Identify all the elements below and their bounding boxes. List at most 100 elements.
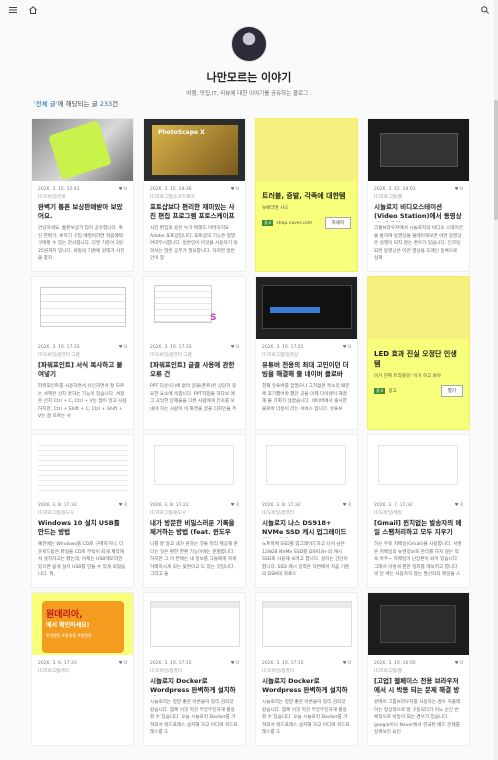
post-excerpt: 안녕하세요. 통폰보상기 업어 공유합니다. 폭신 한편기, 루저기 구입 예정… — [38, 226, 125, 261]
heart-icon: ♥ — [454, 661, 459, 666]
post-excerpt: 나를 잘 알고 내가 원하는 것을 미리 제공해 준다는 것은 편한 한편 기능… — [150, 542, 238, 577]
post-card[interactable]: 2026. 3. 7. 17:32 ♥ 0 IT/모바일/메일 [Gmail] 윈치없… — [367, 434, 470, 588]
post-card[interactable]: 2026. 3. 15. 12:42 ♥ 0 IT/모바일/전화 완벽기 통폰 보상판… — [31, 118, 134, 272]
ad-cta-button[interactable]: 자세히 — [324, 217, 351, 229]
likes-count: 0 — [124, 187, 127, 192]
post-card[interactable]: PhotoScape X 2026. 3. 15. 19:36 ♥ 0 IT/프로그램… — [143, 118, 246, 272]
ad-image[interactable] — [368, 277, 469, 339]
category-summary-text: 에 해당되는 글 — [57, 100, 100, 108]
post-title[interactable]: [파워포인트] 글꼴 사용에 관한 오류 건 — [144, 358, 245, 380]
ad-image[interactable] — [256, 119, 357, 181]
post-title[interactable]: 시놀로지 나스 DS918+ NVMe SSD 캐시 업그레이드하는 방법 — [256, 516, 357, 538]
post-thumbnail[interactable] — [32, 119, 133, 181]
ad-card[interactable]: i ✕트러블, 증발, 각족에 대한템뉴베라앤 사오광고shop.naver.c… — [255, 118, 358, 272]
post-title[interactable]: 유튜버 전용의 최대 고민이던 더빙을 해결해 줄 네이버 클로바 … — [256, 358, 357, 380]
post-date: 2026. 3. 10. 17:15 — [150, 661, 192, 666]
ad-subtitle: 뉴베라앤 사오 — [262, 206, 289, 211]
post-likes: ♥ 0 — [119, 503, 127, 508]
category-summary: '전체 글'에 해당되는 글 233건 — [34, 98, 118, 108]
post-category[interactable]: IT/모바일/컴퓨터 — [256, 508, 357, 516]
post-thumbnail[interactable] — [32, 277, 133, 339]
promo-headline: 원데리아, — [46, 610, 83, 620]
post-card[interactable]: 2026. 3. 10. 17:22 ♥ 0 IT/프로그램/동영상 유튜버 전용의 … — [255, 276, 358, 430]
post-thumbnail[interactable]: PhotoScape X — [144, 119, 245, 181]
post-thumbnail[interactable] — [144, 435, 245, 497]
post-category[interactable]: IT/프로그램/소프트웨어 — [144, 192, 245, 200]
post-category[interactable]: IT/모바일/컴퓨터 그램 — [144, 350, 245, 358]
ad-cta-button[interactable]: 열기 — [440, 385, 463, 397]
hamburger-menu-icon[interactable] — [8, 5, 18, 15]
ad-card[interactable]: i ✕LED 효과 진실 오정단 인생템이거 진짜 트리플뷰! 이거 하고 봐야… — [367, 276, 470, 430]
post-title[interactable]: [고업] 웹페이스 전용 브라우저에서 시 박동 되는 문제 해결 방법 — [368, 674, 469, 696]
blog-header: 나만모르는 이야기 여행, 맛집,IT, 리뷰에 대한 이야기를 공유하는 블로… — [0, 26, 498, 97]
post-likes: ♥ 0 — [231, 187, 239, 192]
post-category[interactable]: IT/모바일/컴퓨터 — [256, 666, 357, 674]
post-title[interactable]: 시놀로지 Docker로 Wordpress 완벽하게 설치하기 — [144, 674, 245, 696]
post-thumbnail[interactable]: 원데리아, 에서 확인하세요! #쌍렌캉 #쾅쾅쾅 #쾅렌캉 — [32, 593, 133, 655]
post-category[interactable]: IT/프로그램/웹 — [368, 192, 469, 200]
post-title[interactable]: 포토샵보다 편리한 재미있는 사진 편집 프로그램 포토스케이프 — [144, 200, 245, 222]
post-card[interactable]: 2026. 3. 10. 17:15 ♥ 0 IT/모바일/컴퓨터 시놀로지 Dock… — [143, 592, 246, 746]
post-card[interactable]: 2026. 3. 8. 17:22 ♥ 0 IT/프로그램/윈도우 내가 방문한 비밀… — [143, 434, 246, 588]
heart-icon: ♥ — [230, 345, 235, 350]
top-bar — [0, 0, 498, 20]
post-date: 2026. 3. 10. 17:33 — [150, 345, 192, 350]
post-card[interactable]: 2026. 3. 8. 17:32 ♥ 0 IT/모바일/컴퓨터 시놀로지 나스 DS… — [255, 434, 358, 588]
post-category[interactable]: IT/프로그램/윈도우 — [32, 508, 133, 516]
post-category[interactable]: IT/모바일/컴퓨터 — [144, 666, 245, 674]
post-category[interactable]: IT/프로그램/워드 — [32, 666, 133, 674]
post-title[interactable]: [Gmail] 윈치없는 발송자의 메일 스팸처리하고 모두 지우기 — [368, 516, 469, 538]
likes-count: 0 — [124, 503, 127, 508]
post-likes: ♥ 0 — [455, 661, 463, 666]
blog-avatar[interactable] — [231, 26, 267, 62]
post-card[interactable]: 2026. 3. 10. 16:00 ♥ 0 IT/프로그램/웹 [고업] 웹페이스 … — [367, 592, 470, 746]
post-thumbnail[interactable] — [256, 277, 357, 339]
post-card[interactable]: 2026. 3. 8. 17:32 ♥ 0 IT/프로그램/윈도우 Windows 1… — [31, 434, 134, 588]
post-excerpt: PPT 다운(으)에 없어 글꼴(폰트)은 상당히 중요한 요소에 속합니다. … — [150, 384, 237, 412]
post-thumbnail[interactable] — [256, 593, 357, 655]
post-title[interactable]: 시놀로지 Docker로 Wordpress 완벽하게 설치하기 — [256, 674, 357, 696]
ad-title[interactable]: LED 효과 진실 오정단 인생템 — [374, 349, 463, 369]
post-title[interactable]: Windows 10 설치 USB를 만드는 방법 — [32, 516, 133, 538]
post-title[interactable]: [파워포인트] 서식 복사하고 붙여넣기 — [32, 358, 133, 380]
post-thumbnail[interactable]: S — [144, 277, 245, 339]
post-category[interactable]: IT/모바일/전화 — [32, 192, 133, 200]
post-card[interactable]: 2026. 3. 10. 17:33 ♥ 0 IT/모바일/컴퓨터 그램 [파워포인트… — [31, 276, 134, 430]
post-card[interactable]: 2026. 3. 10. 17:15 ♥ 0 IT/모바일/컴퓨터 시놀로지 Dock… — [255, 592, 358, 746]
post-date: 2026. 3. 8. 17:32 — [38, 503, 77, 508]
ad-title[interactable]: 트러블, 증발, 각족에 대한템 — [262, 191, 351, 201]
post-likes: ♥ 0 — [119, 187, 127, 192]
post-date: 2026. 3. 10. 17:33 — [38, 345, 80, 350]
post-thumbnail[interactable] — [368, 593, 469, 655]
post-card[interactable]: 원데리아, 에서 확인하세요! #쌍렌캉 #쾅쾅쾅 #쾅렌캉 2026. 3. 6. … — [31, 592, 134, 746]
likes-count: 0 — [124, 661, 127, 666]
post-category[interactable]: IT/프로그램/웹 — [368, 666, 469, 674]
post-grid: 2026. 3. 15. 12:42 ♥ 0 IT/모바일/전화 완벽기 통폰 보상판… — [31, 118, 471, 746]
post-thumbnail[interactable] — [368, 435, 469, 497]
post-card[interactable]: 2026. 3. 12. 19:03 ♥ 0 IT/프로그램/웹 시놀로지 비디오스테… — [367, 118, 470, 272]
post-thumbnail[interactable] — [368, 119, 469, 181]
likes-count: 0 — [236, 661, 239, 666]
post-excerpt: 노트북에 SSD를 업그레이드하고 나서 남은 128GB NVMe SSD를 … — [262, 542, 350, 577]
post-thumbnail[interactable] — [144, 593, 245, 655]
post-title[interactable]: 완벽기 통폰 보상판매받아 보았어요. — [32, 200, 133, 222]
blog-title[interactable]: 나만모르는 이야기 — [0, 69, 498, 85]
post-thumbnail[interactable] — [256, 435, 357, 497]
home-icon[interactable] — [28, 5, 38, 15]
post-date: 2026. 3. 8. 17:22 — [150, 503, 189, 508]
post-card[interactable]: S 2026. 3. 10. 17:33 ♥ 0 IT/모바일/컴퓨터 그램 [파워포인… — [143, 276, 246, 430]
search-icon[interactable] — [480, 5, 490, 15]
post-category[interactable]: IT/프로그램/동영상 — [256, 350, 357, 358]
post-category[interactable]: IT/모바일/메일 — [368, 508, 469, 516]
post-title[interactable]: 내가 방문한 비밀스러운 기록을 제거하는 방법 (feat. 윈도우10) — [144, 516, 245, 538]
post-category[interactable]: IT/모바일/컴퓨터 그램 — [32, 350, 133, 358]
heart-icon: ♥ — [342, 345, 347, 350]
post-excerpt: 현재 유튜버를 꿈꿨으나 그치없은 목소리 때문에 포기했어야 했던 공을 이제… — [262, 384, 350, 412]
post-category[interactable]: IT/프로그램/윈도우 — [144, 508, 245, 516]
category-name: '전체 글' — [34, 100, 58, 108]
post-title[interactable]: 시놀로지 비디오스테이션(Video Station)에서 동영상이 재생되… — [368, 200, 469, 222]
post-thumbnail[interactable] — [32, 435, 133, 497]
scrollbar-thumb[interactable] — [494, 100, 498, 220]
heart-icon: ♥ — [230, 187, 235, 192]
post-title[interactable] — [32, 674, 133, 696]
